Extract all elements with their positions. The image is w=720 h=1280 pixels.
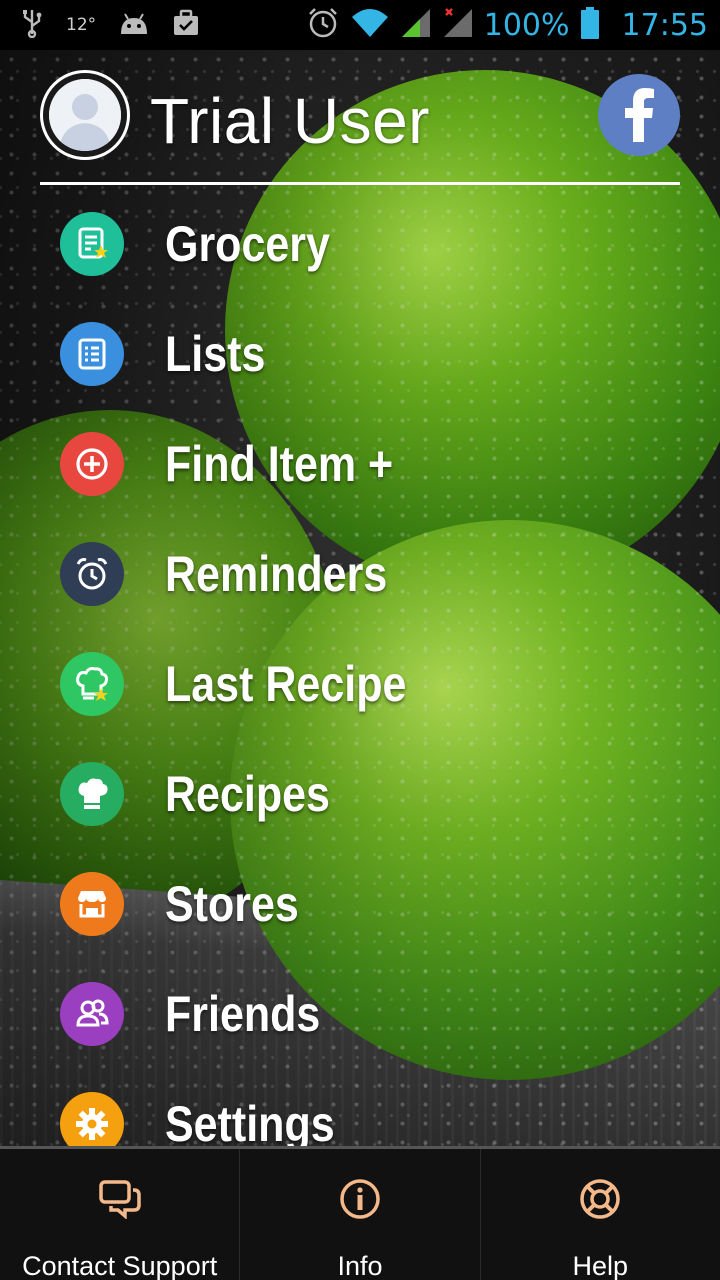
menu-item-stores[interactable]: Stores [60,854,680,954]
menu-item-find-item[interactable]: Find Item + [60,414,680,514]
facebook-icon [625,88,654,142]
menu-item-grocery[interactable]: Grocery [60,194,680,294]
list-icon [60,322,124,386]
user-name: Trial User [150,85,430,157]
lifebuoy-icon [578,1177,622,1221]
info-button[interactable]: Info [240,1149,481,1280]
wifi-icon [350,7,390,44]
signal-icon [400,7,432,44]
menu-item-reminders[interactable]: Reminders [60,524,680,624]
menu-label-lists: Lists [165,326,266,382]
android-icon [118,10,150,41]
drawer-header: Trial User [40,70,680,185]
menu-label-grocery: Grocery [165,216,330,272]
add-circle-icon [60,432,124,496]
info-icon [338,1177,382,1221]
help-label: Help [572,1251,629,1280]
menu-label-stores: Stores [165,876,299,932]
contact-support-label: Contact Support [22,1251,218,1280]
usb-icon [20,8,44,43]
bottom-bar: Contact Support Info Help [0,1146,720,1280]
chat-bubbles-icon [98,1177,142,1221]
info-label: Info [337,1251,383,1280]
menu-label-last-recipe: Last Recipe [165,656,407,712]
battery-percent-text: 100% [483,7,570,43]
menu-label-friends: Friends [165,986,321,1042]
menu-label-recipes: Recipes [165,766,330,822]
menu-item-recipes[interactable]: Recipes [60,744,680,844]
facebook-button[interactable] [598,74,680,156]
app-screen: 12° 100% 17:55 Trial User Grocery Lists … [0,0,720,1280]
alarm-icon [306,6,340,45]
signal-no-sim-icon [442,7,474,44]
temperature-text: 12° [66,15,97,35]
chef-hat-star-icon [60,652,124,716]
menu-item-friends[interactable]: Friends [60,964,680,1064]
clock-text: 17:55 [621,7,708,43]
menu-item-lists[interactable]: Lists [60,304,680,404]
grocery-list-star-icon [60,212,124,276]
avatar[interactable] [40,70,130,160]
status-bar: 12° 100% 17:55 [0,0,720,50]
help-button[interactable]: Help [481,1149,720,1280]
menu-item-last-recipe[interactable]: Last Recipe [60,634,680,734]
user-silhouette-icon [49,79,121,151]
alarm-clock-icon [60,542,124,606]
contact-support-button[interactable]: Contact Support [0,1149,241,1280]
menu-label-reminders: Reminders [165,546,388,602]
briefcase-check-icon [172,9,200,42]
friends-icon [60,982,124,1046]
menu-label-settings: Settings [165,1096,335,1152]
chef-hat-icon [60,762,124,826]
menu-label-find-item: Find Item + [165,436,394,492]
battery-icon [580,6,600,44]
store-icon [60,872,124,936]
